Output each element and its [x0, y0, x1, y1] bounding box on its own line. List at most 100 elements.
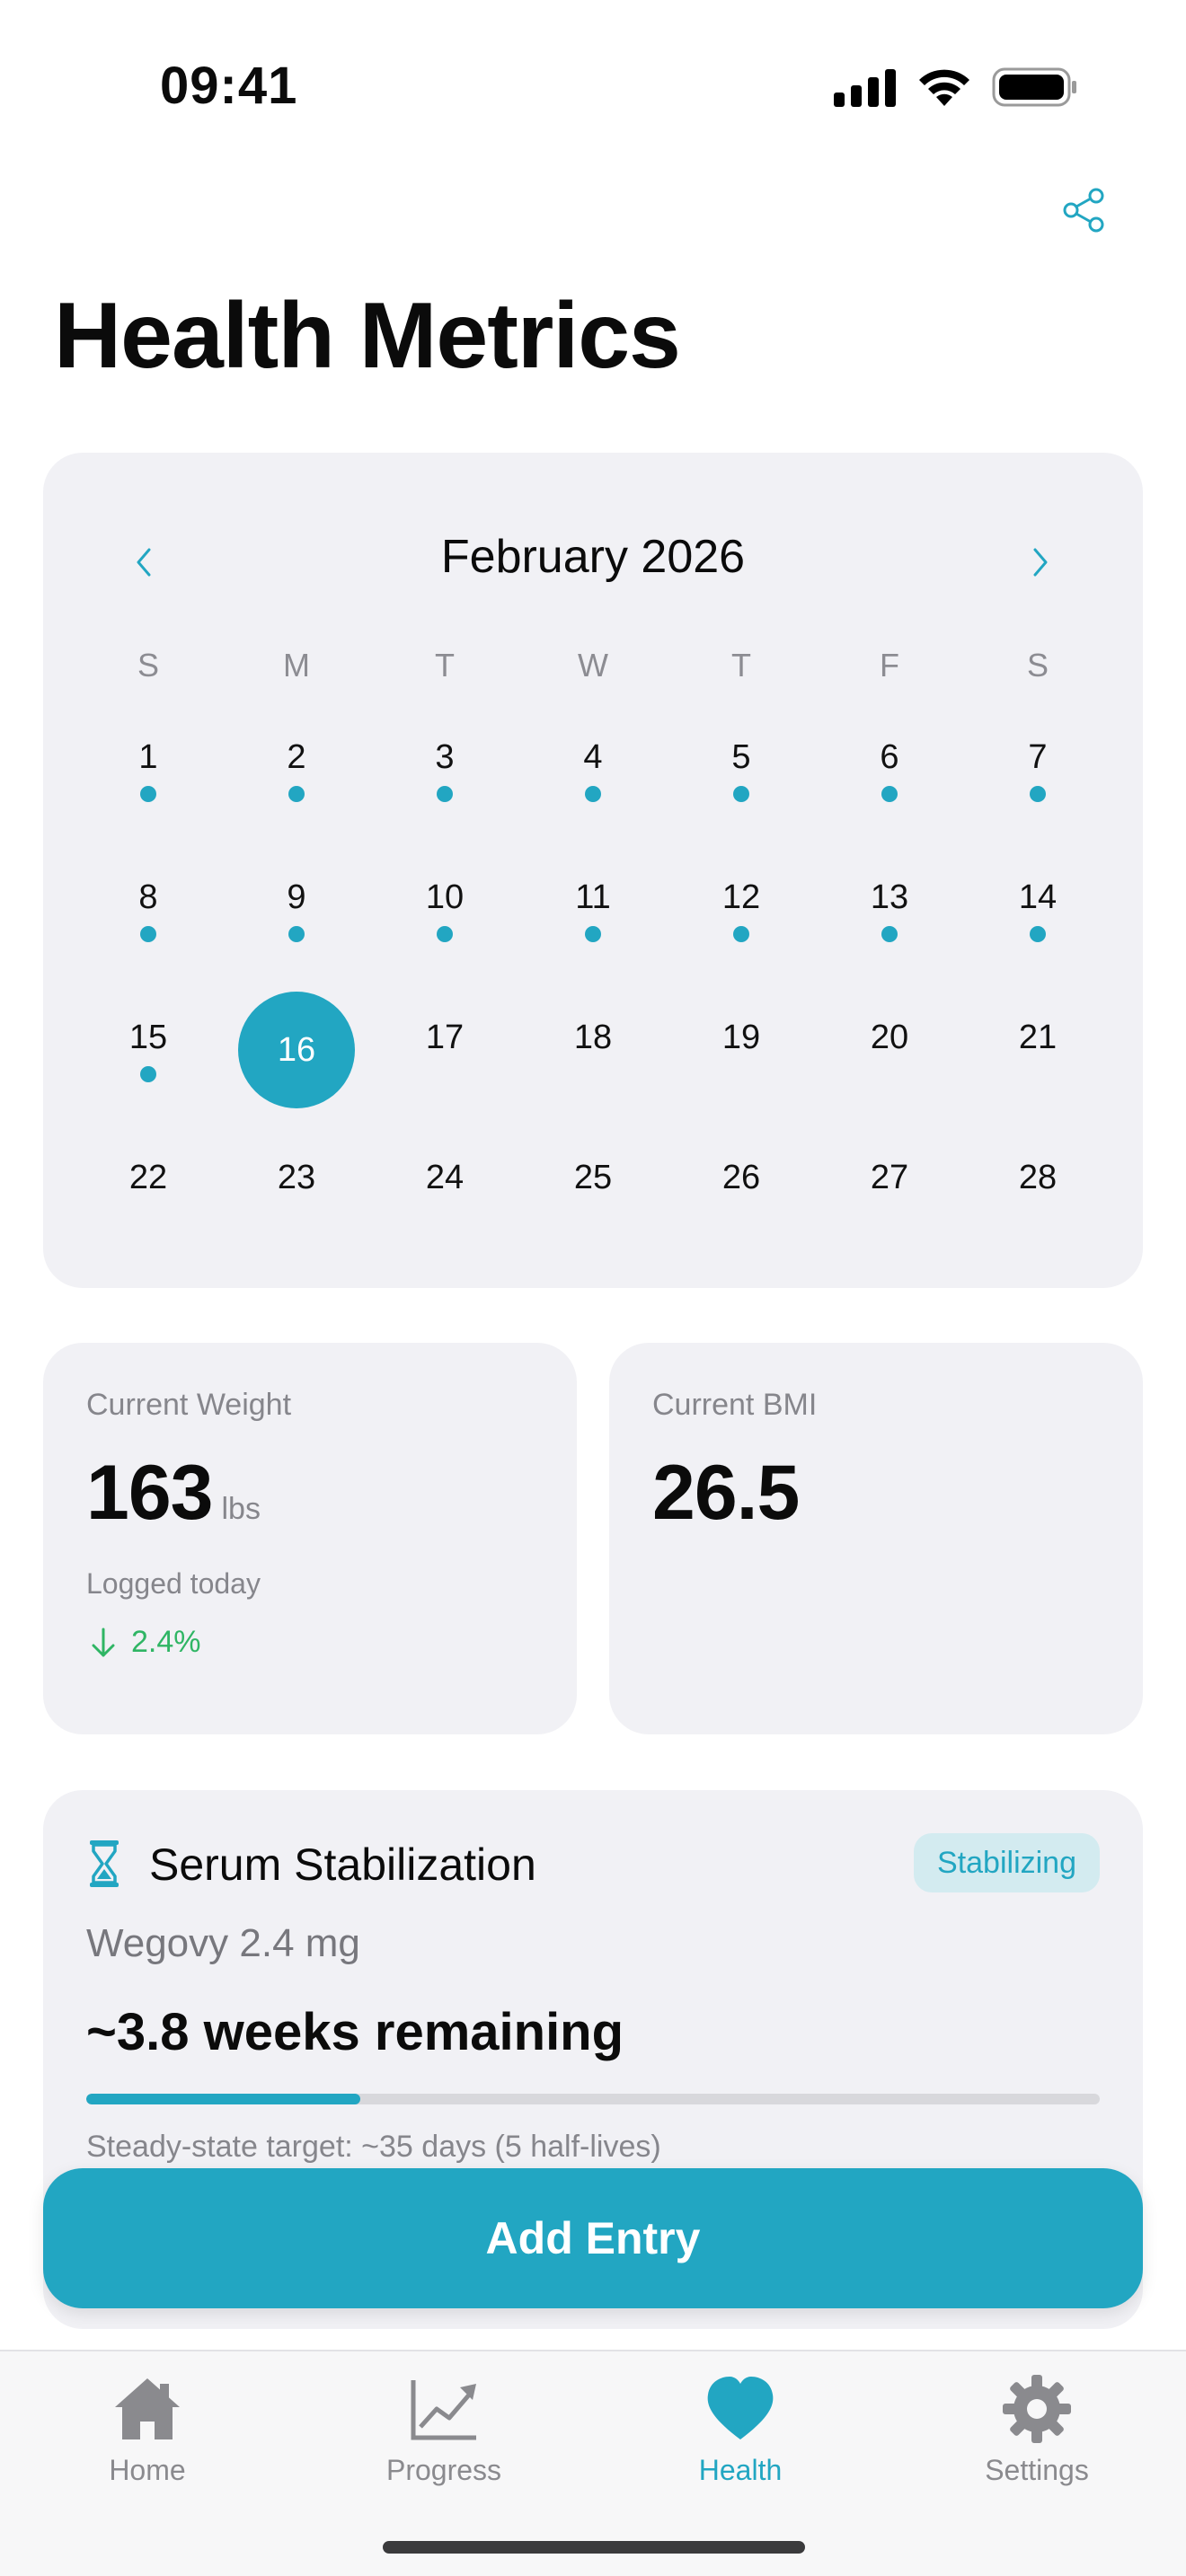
- entry-logged-dot: [733, 926, 749, 942]
- calendar-day-number: 21: [1018, 1019, 1058, 1056]
- calendar-day[interactable]: 1: [90, 711, 207, 828]
- calendar-day-number: 28: [1018, 1159, 1058, 1196]
- serum-title: Serum Stabilization: [149, 1839, 536, 1890]
- calendar-day-number: 5: [731, 738, 751, 776]
- entry-logged-dot: [585, 926, 601, 942]
- calendar-day[interactable]: 3: [386, 711, 503, 828]
- chart-trend-icon: [411, 2380, 476, 2440]
- bmi-value: 26.5: [652, 1450, 800, 1536]
- calendar-day-number: 16: [277, 1031, 316, 1069]
- entry-logged-dot: [1030, 926, 1046, 942]
- entry-logged-dot: [881, 786, 898, 802]
- calendar-day-number: 20: [870, 1019, 909, 1056]
- status-badge: Stabilizing: [914, 1833, 1100, 1892]
- status-icons: [834, 65, 1078, 110]
- weight-unit: lbs: [221, 1492, 261, 1526]
- calendar-day-number: 13: [870, 878, 909, 916]
- calendar-day[interactable]: 22: [90, 1132, 207, 1248]
- house-icon: [115, 2378, 180, 2439]
- tab-health-label: Health: [698, 2454, 783, 2486]
- tab-progress-label: Progress: [385, 2454, 502, 2486]
- calendar-day[interactable]: 8: [90, 851, 207, 968]
- entry-logged-dot: [140, 1066, 156, 1082]
- entry-logged-dot: [881, 926, 898, 942]
- calendar-day-number: 22: [128, 1159, 168, 1196]
- status-bar: 09:41: [0, 0, 1186, 171]
- medication-dose: Wegovy 2.4 mg: [86, 1921, 360, 1965]
- calendar-day[interactable]: 20: [831, 992, 948, 1108]
- calendar-day-number: 1: [138, 738, 158, 776]
- calendar-day-number: 27: [870, 1159, 909, 1196]
- calendar-day[interactable]: 7: [979, 711, 1096, 828]
- calendar-day-selected[interactable]: 16: [238, 992, 355, 1108]
- weight-logged-status: Logged today: [86, 1567, 261, 1600]
- calendar-day-number: 3: [435, 738, 455, 776]
- entry-logged-dot: [288, 926, 305, 942]
- calendar-day[interactable]: 19: [683, 992, 800, 1108]
- calendar-day[interactable]: 12: [683, 851, 800, 968]
- hourglass-icon: [90, 1840, 119, 1887]
- gear-icon: [1003, 2375, 1071, 2443]
- tab-home-label: Home: [109, 2454, 186, 2486]
- calendar-day[interactable]: 18: [535, 992, 651, 1108]
- calendar-day-number: 24: [425, 1159, 465, 1196]
- calendar-day[interactable]: 4: [535, 711, 651, 828]
- calendar-day[interactable]: 13: [831, 851, 948, 968]
- calendar-day-number: 14: [1018, 878, 1058, 916]
- tab-settings-label: Settings: [985, 2454, 1089, 2486]
- calendar-day[interactable]: 24: [386, 1132, 503, 1248]
- tab-health[interactable]: Health: [633, 2371, 848, 2487]
- calendar-day[interactable]: 10: [386, 851, 503, 968]
- entry-logged-dot: [437, 926, 453, 942]
- calendar-day[interactable]: 14: [979, 851, 1096, 968]
- calendar-day-number: 6: [880, 738, 899, 776]
- weight-value-row: 163 lbs: [86, 1449, 261, 1538]
- calendar-day[interactable]: 17: [386, 992, 503, 1108]
- calendar-day[interactable]: 26: [683, 1132, 800, 1248]
- add-entry-button[interactable]: Add Entry: [43, 2168, 1143, 2308]
- calendar-day[interactable]: 28: [979, 1132, 1096, 1248]
- calendar-day[interactable]: 23: [238, 1132, 355, 1248]
- calendar-card: February 2026 SMTWTFS 1 2 3 4 5 6 7 8 9 10 11 12 13 1…: [43, 453, 1143, 1288]
- calendar-day-number: 10: [425, 878, 465, 916]
- calendar-day-number: 9: [287, 878, 306, 916]
- page-title: Health Metrics: [54, 284, 681, 388]
- calendar-day[interactable]: 25: [535, 1132, 651, 1248]
- arrow-down-icon: [92, 1628, 115, 1656]
- calendar-day[interactable]: 21: [979, 992, 1096, 1108]
- calendar-day[interactable]: 2: [238, 711, 355, 828]
- calendar-day-number: 11: [575, 878, 611, 916]
- current-weight-card[interactable]: Current Weight 163 lbs Logged today 2.4%: [43, 1343, 577, 1734]
- share-icon: [1063, 188, 1104, 233]
- current-bmi-card[interactable]: Current BMI 26.5: [609, 1343, 1143, 1734]
- heart-icon: [707, 2377, 774, 2439]
- calendar-day-number: 12: [721, 878, 761, 916]
- calendar-day[interactable]: 27: [831, 1132, 948, 1248]
- calendar-day-number: 15: [128, 1019, 168, 1056]
- bmi-label: Current BMI: [652, 1388, 818, 1422]
- calendar-day-number: 23: [277, 1159, 316, 1196]
- battery-icon: [992, 67, 1076, 107]
- tab-home[interactable]: Home: [40, 2371, 255, 2487]
- calendar-day[interactable]: 5: [683, 711, 800, 828]
- calendar-grid: 1 2 3 4 5 6 7 8 9 10 11 12 13 14 15 16 17 18 19 20 21 22 23 24 2…: [43, 453, 1143, 1288]
- tab-progress[interactable]: Progress: [336, 2371, 552, 2487]
- calendar-day[interactable]: 15: [90, 992, 207, 1108]
- home-indicator: [383, 2541, 805, 2554]
- stabilization-progress-fill: [86, 2094, 360, 2104]
- calendar-day[interactable]: 9: [238, 851, 355, 968]
- calendar-day-number: 18: [573, 1019, 613, 1056]
- calendar-day-number: 17: [425, 1019, 465, 1056]
- calendar-day-number: 7: [1028, 738, 1048, 776]
- steady-state-note: Steady-state target: ~35 days (5 half-li…: [86, 2130, 661, 2164]
- weight-trend: 2.4%: [90, 1625, 201, 1660]
- entry-logged-dot: [288, 786, 305, 802]
- calendar-day-number: 4: [583, 738, 603, 776]
- calendar-day[interactable]: 6: [831, 711, 948, 828]
- calendar-day-number: 26: [721, 1159, 761, 1196]
- signal-icon: [834, 69, 896, 107]
- tab-settings[interactable]: Settings: [929, 2371, 1145, 2487]
- entry-logged-dot: [140, 786, 156, 802]
- calendar-day[interactable]: 11: [535, 851, 651, 968]
- share-button[interactable]: [1060, 187, 1107, 234]
